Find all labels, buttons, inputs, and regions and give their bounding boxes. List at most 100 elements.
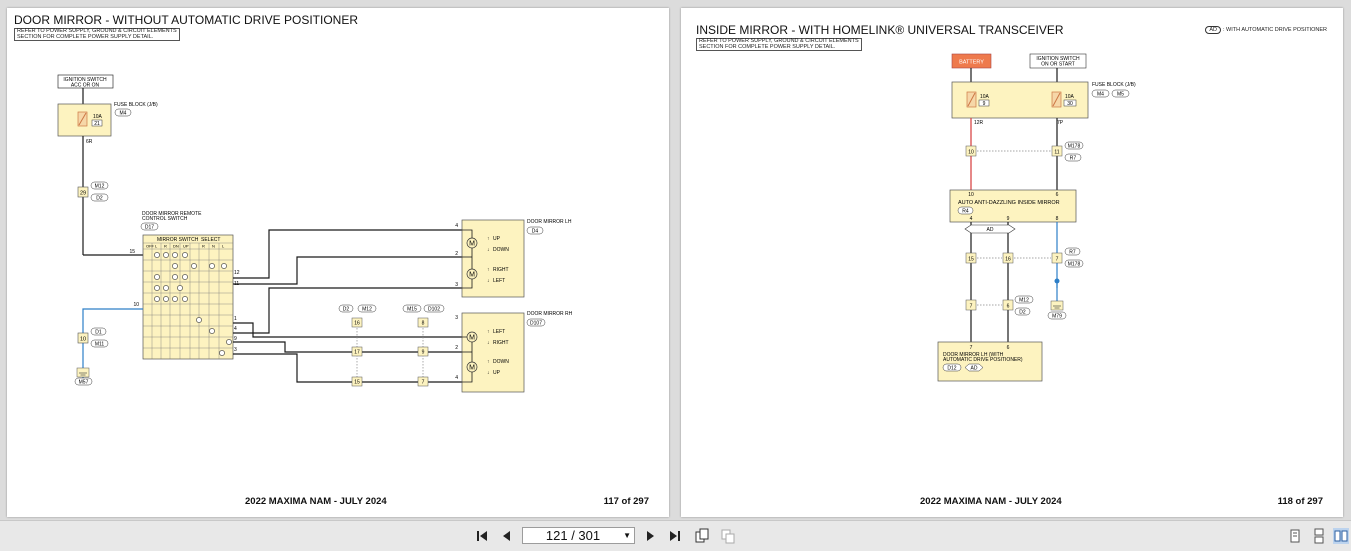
document-viewport[interactable]: DOOR MIRROR - WITHOUT AUTOMATIC DRIVE PO… (0, 0, 1351, 520)
svg-text:UP: UP (183, 244, 189, 249)
svg-text:4: 4 (234, 326, 237, 332)
switch-contact (172, 296, 178, 302)
switch-contact (154, 274, 160, 280)
footer-edition: 2022 MAXIMA NAM - JULY 2024 (245, 496, 387, 507)
two-page-view-icon[interactable] (1333, 528, 1349, 544)
switch-contact (219, 350, 225, 356)
arrow-up-icon: ↑ (487, 236, 490, 242)
svg-text:D2: D2 (343, 307, 350, 313)
arrow-up-icon: ↑ (487, 329, 490, 335)
svg-text:LEFT: LEFT (493, 329, 505, 335)
page-117: DOOR MIRROR - WITHOUT AUTOMATIC DRIVE PO… (7, 8, 669, 517)
first-page-icon[interactable] (474, 528, 490, 544)
arrow-down-icon: ↓ (487, 340, 490, 346)
svg-text:9: 9 (234, 336, 237, 342)
switch-contact (172, 252, 178, 258)
svg-text:9: 9 (1007, 216, 1010, 222)
svg-text:10: 10 (968, 150, 974, 156)
ground-icon (1050, 300, 1064, 311)
svg-text:10A: 10A (1065, 94, 1075, 100)
svg-text:LEFT: LEFT (493, 278, 505, 284)
svg-text:M57: M57 (79, 380, 89, 386)
svg-text:10A: 10A (980, 94, 990, 100)
switch-contact (226, 339, 232, 345)
next-page-icon[interactable] (643, 528, 659, 544)
svg-text:2: 2 (455, 251, 458, 257)
single-page-view-icon[interactable] (1287, 528, 1303, 544)
svg-text:R7: R7 (1069, 250, 1076, 256)
arrow-down-icon: ↓ (487, 278, 490, 284)
pin-29: 29 (80, 191, 86, 197)
wire-6r-label: 6R (86, 139, 93, 145)
svg-text:R4: R4 (962, 209, 969, 215)
svg-text:4: 4 (455, 223, 458, 229)
svg-text:M: M (469, 241, 475, 248)
connector-d2: D2 (96, 196, 103, 202)
ground-icon (76, 367, 90, 378)
inside-mirror-wiring-diagram: BATTERY IGNITION SWITCH ON OR START FUSE… (937, 53, 1136, 382)
svg-text:UP: UP (493, 236, 501, 242)
svg-text:OFF: OFF (146, 244, 155, 249)
svg-text:D4: D4 (532, 229, 539, 235)
svg-text:AD: AD (987, 227, 994, 233)
switch-contact (154, 252, 160, 258)
svg-text:DN: DN (173, 244, 179, 249)
ignition-state-label: ACC OR ON (71, 83, 100, 89)
page-number-value: 121 / 301 (545, 528, 601, 543)
svg-text:M11: M11 (95, 342, 105, 348)
svg-text:8: 8 (1056, 216, 1059, 222)
switch-contact (221, 263, 227, 269)
svg-text:7P: 7P (1057, 120, 1064, 126)
rotate-pages-icon[interactable] (694, 528, 710, 544)
svg-text:AD: AD (971, 366, 978, 372)
switch-contact (182, 274, 188, 280)
svg-text:D12: D12 (947, 366, 956, 372)
switch-contact (172, 263, 178, 269)
svg-text:DOWN: DOWN (493, 359, 509, 365)
switch-contact (163, 296, 169, 302)
select-heading: SELECT (201, 237, 220, 243)
switch-label-2: CONTROL SWITCH (142, 216, 188, 222)
arrow-down-icon: ↓ (487, 247, 490, 253)
svg-text:M178: M178 (1068, 144, 1081, 150)
switch-contact (182, 252, 188, 258)
door-mirror-wiring-diagram: IGNITION SWITCH ACC OR ON 10A 21 FUSE BL… (57, 74, 573, 393)
svg-text:M12: M12 (362, 307, 372, 313)
copy-pages-icon[interactable] (720, 528, 736, 544)
arrow-down-icon: ↓ (487, 370, 490, 376)
svg-text:3: 3 (234, 347, 237, 353)
footer-page-number: 117 of 297 (603, 496, 649, 507)
switch-contact (154, 296, 160, 302)
svg-text:M4: M4 (1097, 92, 1104, 98)
page-number-select[interactable]: 121 / 301 ▼ (522, 527, 635, 544)
svg-text:M: M (469, 365, 475, 372)
svg-text:FUSE BLOCK (J/B): FUSE BLOCK (J/B) (1092, 82, 1136, 88)
svg-text:8: 8 (422, 321, 425, 327)
svg-text:7: 7 (1056, 257, 1059, 263)
svg-text:3: 3 (455, 282, 458, 288)
svg-text:R: R (202, 244, 205, 249)
svg-text:17: 17 (354, 350, 360, 356)
svg-text:15: 15 (129, 249, 135, 255)
switch-contact (209, 328, 215, 334)
svg-text:6: 6 (1056, 192, 1059, 198)
last-page-icon[interactable] (667, 528, 683, 544)
fuse-connector: M4 (120, 111, 127, 117)
svg-text:AUTO ANTI-DAZZLING INSIDE MIRR: AUTO ANTI-DAZZLING INSIDE MIRROR (958, 200, 1060, 206)
arrow-up-icon: ↑ (487, 267, 490, 273)
svg-text:M: M (469, 335, 475, 342)
svg-text:10: 10 (80, 337, 86, 343)
svg-text:16: 16 (1005, 257, 1011, 263)
svg-text:1: 1 (234, 316, 237, 322)
svg-text:R7: R7 (1070, 156, 1077, 162)
page-118: INSIDE MIRROR - WITH HOMELINK® UNIVERSAL… (681, 8, 1343, 517)
chevron-down-icon: ▼ (623, 531, 631, 540)
svg-text:30: 30 (1067, 101, 1073, 107)
continuous-view-icon[interactable] (1311, 528, 1327, 544)
previous-page-icon[interactable] (498, 528, 514, 544)
svg-text:4: 4 (970, 216, 973, 222)
svg-text:M15: M15 (407, 307, 417, 313)
svg-text:M178: M178 (1068, 262, 1081, 268)
svg-text:D1: D1 (95, 330, 102, 336)
svg-text:BATTERY: BATTERY (959, 60, 984, 66)
